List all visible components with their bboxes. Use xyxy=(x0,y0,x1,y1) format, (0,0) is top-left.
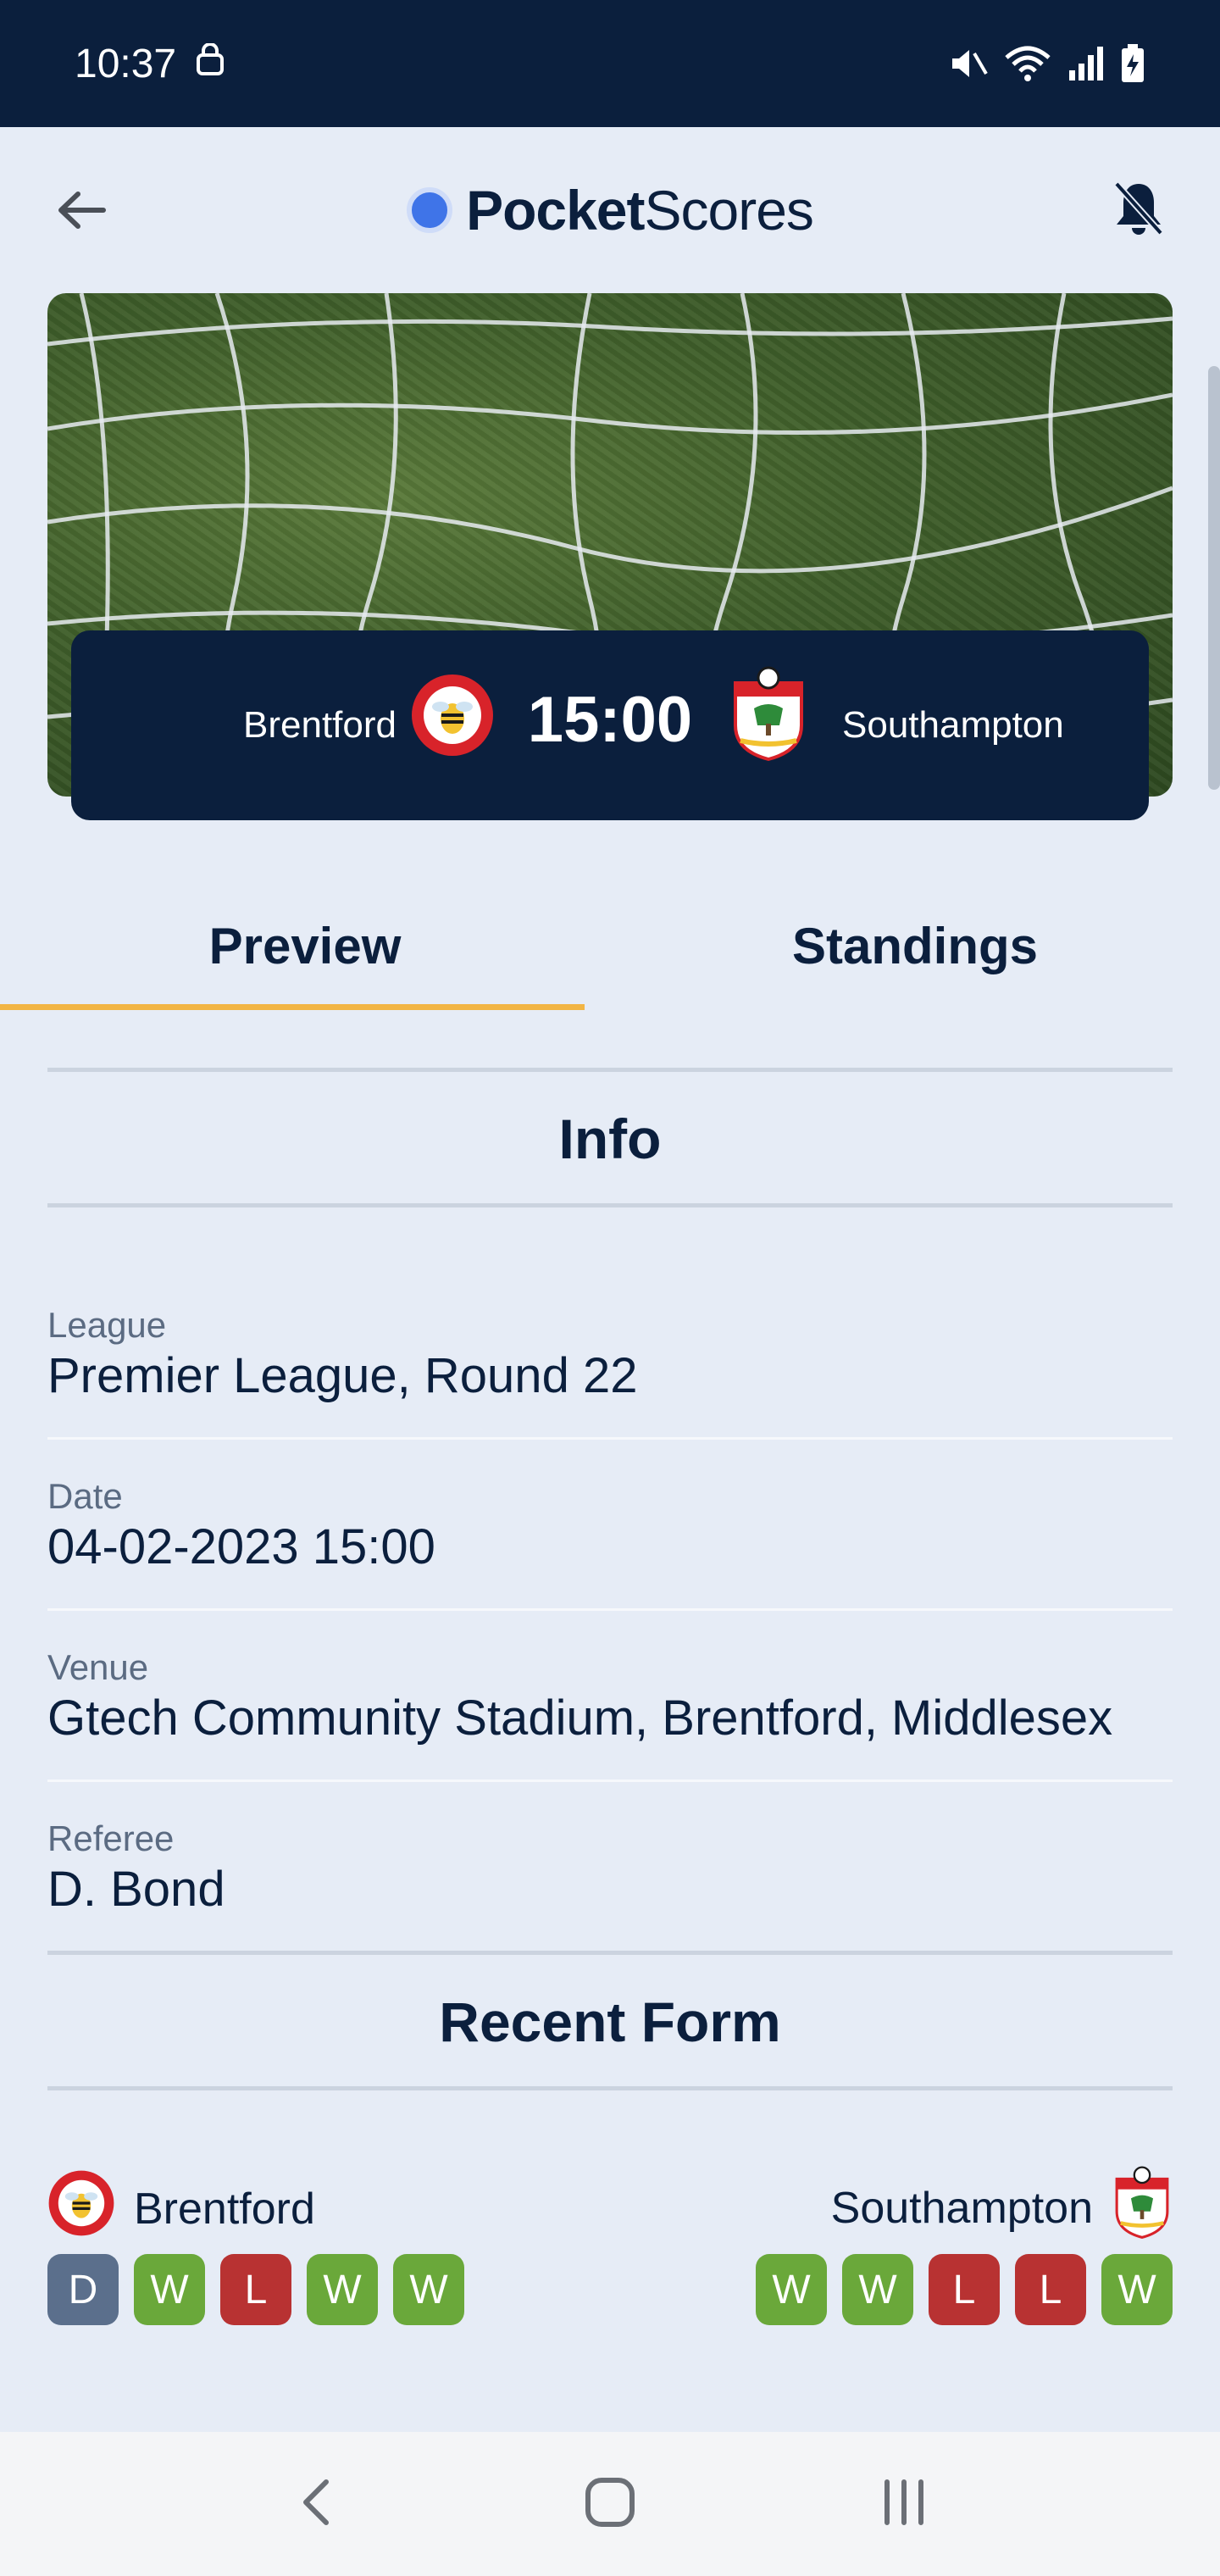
row-divider xyxy=(47,1608,1173,1611)
status-time: 10:37 xyxy=(75,41,177,86)
app-bar: PocketScores xyxy=(0,127,1220,292)
info-label-venue: Venue xyxy=(47,1647,149,1687)
info-value-date: 04-02-2023 15:00 xyxy=(47,1519,435,1574)
info-value-referee: D. Bond xyxy=(47,1862,225,1917)
away-form-team-name: Southampton xyxy=(830,2183,1093,2233)
form-result-badge: L xyxy=(1015,2254,1086,2325)
notification-toggle-button[interactable] xyxy=(1105,176,1173,244)
southampton-crest-icon xyxy=(729,666,808,765)
signal-icon xyxy=(1068,45,1105,82)
system-nav-bar xyxy=(0,2432,1220,2576)
section-divider xyxy=(47,2086,1173,2090)
home-icon xyxy=(585,2477,635,2532)
recent-form-title: Recent Form xyxy=(439,1990,781,2053)
logo-dot-icon xyxy=(407,186,453,233)
info-label-league: League xyxy=(47,1305,167,1345)
scrollbar[interactable] xyxy=(1208,366,1220,790)
info-value-venue: Gtech Community Stadium, Brentford, Midd… xyxy=(47,1690,1113,1746)
away-form-results: W W L L W xyxy=(756,2254,1173,2325)
form-result-badge: W xyxy=(307,2254,378,2325)
match-tabs: Preview Standings xyxy=(0,881,1220,1010)
row-divider xyxy=(47,1779,1173,1782)
mute-icon xyxy=(949,45,988,82)
info-section-title: Info xyxy=(558,1108,662,1170)
score-card[interactable]: Brentford 15:00 Southampton xyxy=(71,630,1149,820)
info-label-referee: Referee xyxy=(47,1818,175,1858)
section-divider xyxy=(47,1951,1173,1955)
form-result-badge: W xyxy=(756,2254,827,2325)
wifi-icon xyxy=(1003,44,1052,83)
back-button[interactable] xyxy=(47,178,115,246)
brand-bold: Pocket xyxy=(466,178,645,242)
home-form-results: D W L W W xyxy=(47,2254,464,2325)
battery-charging-icon xyxy=(1120,44,1145,83)
chevron-left-icon xyxy=(299,2477,333,2532)
form-result-badge: W xyxy=(393,2254,464,2325)
away-form-team: Southampton xyxy=(831,2166,1173,2250)
nav-recents-button[interactable] xyxy=(853,2453,955,2555)
tab-standings-label: Standings xyxy=(791,917,1038,974)
section-divider xyxy=(47,1068,1173,1072)
lock-shield-icon xyxy=(195,41,225,87)
tab-standings[interactable]: Standings xyxy=(610,881,1220,1010)
away-team-name: Southampton xyxy=(842,704,1064,746)
info-label-date: Date xyxy=(47,1476,123,1516)
tab-preview-label: Preview xyxy=(208,917,402,974)
brentford-crest-icon xyxy=(47,2169,115,2248)
nav-back-button[interactable] xyxy=(265,2453,367,2555)
row-divider xyxy=(47,1437,1173,1440)
form-result-badge: W xyxy=(842,2254,913,2325)
brand-light: Scores xyxy=(644,178,814,242)
form-result-badge: W xyxy=(134,2254,205,2325)
app-logo: PocketScores xyxy=(407,178,814,242)
bell-off-icon xyxy=(1112,179,1166,242)
recents-icon xyxy=(879,2479,929,2530)
form-result-badge: L xyxy=(220,2254,291,2325)
info-value-league: Premier League, Round 22 xyxy=(47,1348,638,1403)
home-form-team: Brentford xyxy=(47,2169,315,2248)
nav-home-button[interactable] xyxy=(559,2453,661,2555)
status-bar: 10:37 xyxy=(0,0,1220,127)
southampton-crest-icon xyxy=(1112,2166,1173,2250)
active-tab-indicator xyxy=(0,1004,585,1010)
form-result-badge: W xyxy=(1101,2254,1173,2325)
arrow-left-icon xyxy=(56,189,107,236)
tab-preview[interactable]: Preview xyxy=(0,881,610,1010)
section-divider xyxy=(47,1203,1173,1208)
form-result-badge: L xyxy=(929,2254,1000,2325)
home-form-team-name: Brentford xyxy=(134,2184,315,2234)
form-result-badge: D xyxy=(47,2254,119,2325)
